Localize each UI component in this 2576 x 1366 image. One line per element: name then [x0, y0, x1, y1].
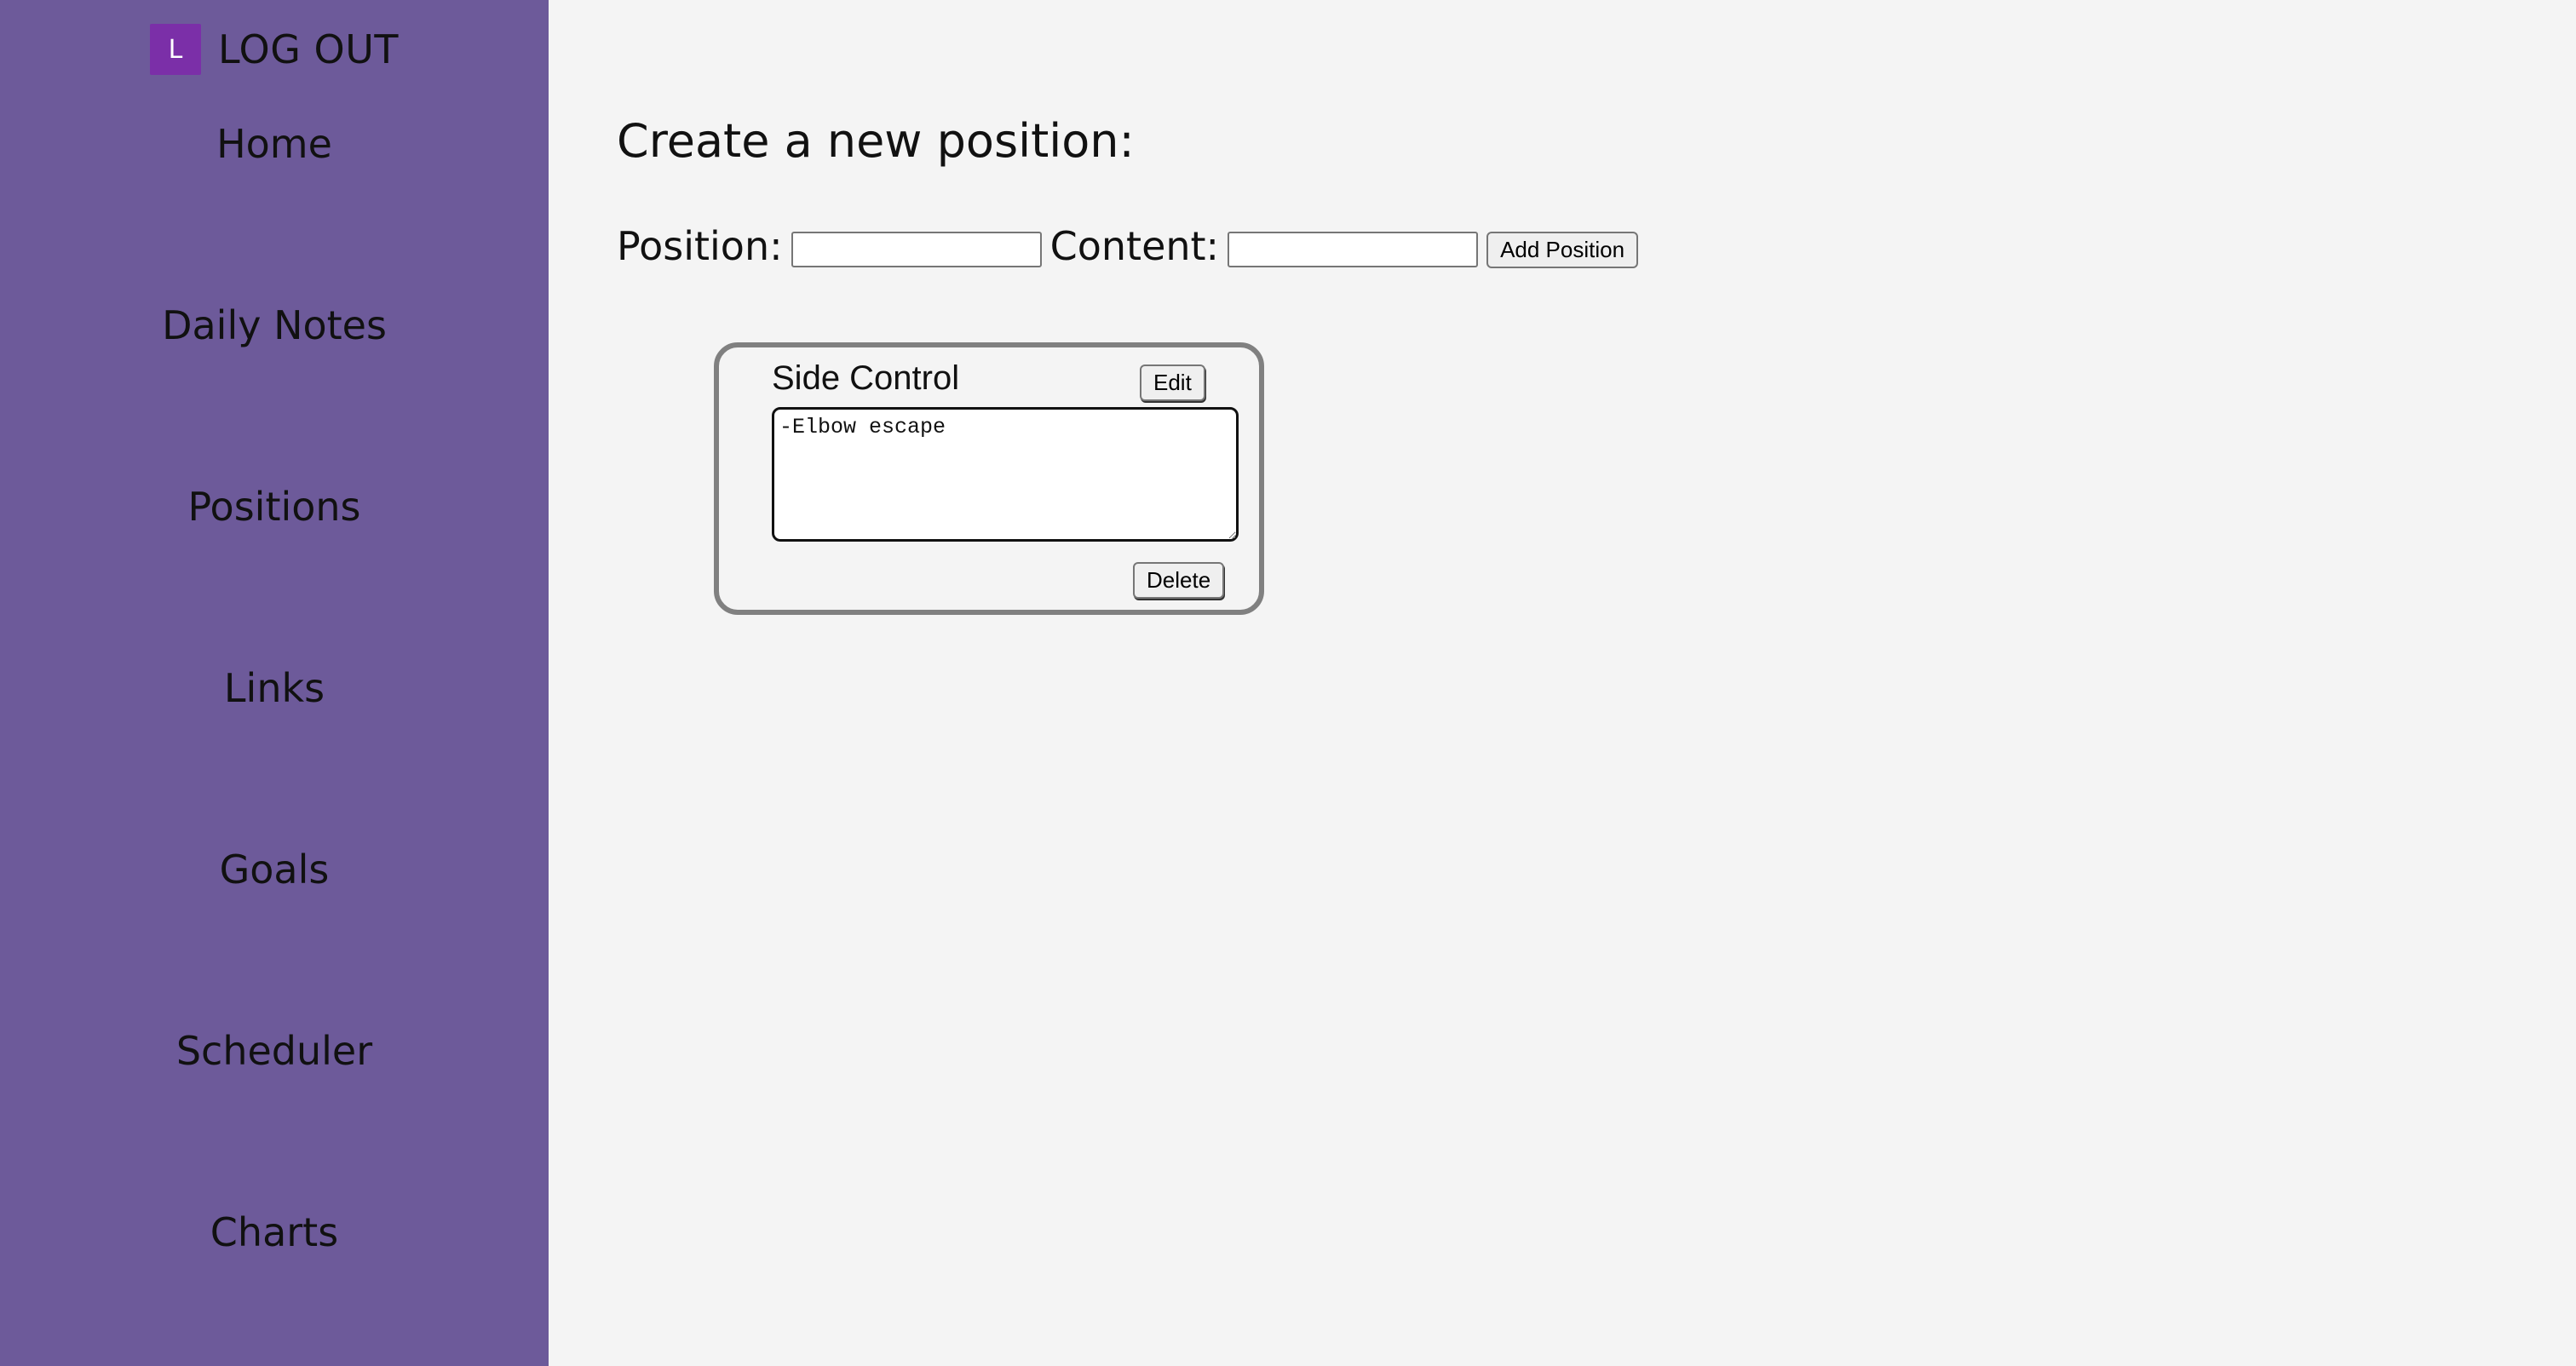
position-input[interactable] — [791, 232, 1042, 267]
logout-button[interactable]: L LOG OUT — [0, 24, 549, 75]
page-title: Create a new position: — [617, 114, 1135, 168]
sidebar-item-positions[interactable]: Positions — [0, 484, 549, 530]
delete-button[interactable]: Delete — [1133, 562, 1225, 599]
new-position-form: Position: Content: Add Position — [617, 223, 1639, 269]
sidebar-item-links[interactable]: Links — [0, 665, 549, 711]
sidebar-item-home[interactable]: Home — [0, 121, 549, 167]
sidebar-item-daily-notes[interactable]: Daily Notes — [0, 302, 549, 348]
position-label: Position: — [617, 223, 783, 269]
sidebar-item-goals[interactable]: Goals — [0, 847, 549, 892]
edit-button[interactable]: Edit — [1140, 364, 1205, 401]
sidebar-item-scheduler[interactable]: Scheduler — [0, 1028, 549, 1074]
sidebar-item-charts[interactable]: Charts — [0, 1209, 549, 1255]
content-label: Content: — [1049, 223, 1220, 269]
sidebar: L LOG OUT Home Daily Notes Positions Lin… — [0, 0, 549, 1366]
logout-label: LOG OUT — [218, 26, 399, 72]
position-content-textarea[interactable]: -Elbow escape — [772, 407, 1239, 542]
position-title: Side Control — [772, 359, 960, 397]
avatar: L — [150, 24, 202, 75]
add-position-button[interactable]: Add Position — [1486, 231, 1639, 268]
position-card: Side Control Edit -Elbow escape Delete — [714, 342, 1264, 615]
main-content: Create a new position: Position: Content… — [549, 0, 2576, 1366]
content-input[interactable] — [1228, 232, 1479, 267]
